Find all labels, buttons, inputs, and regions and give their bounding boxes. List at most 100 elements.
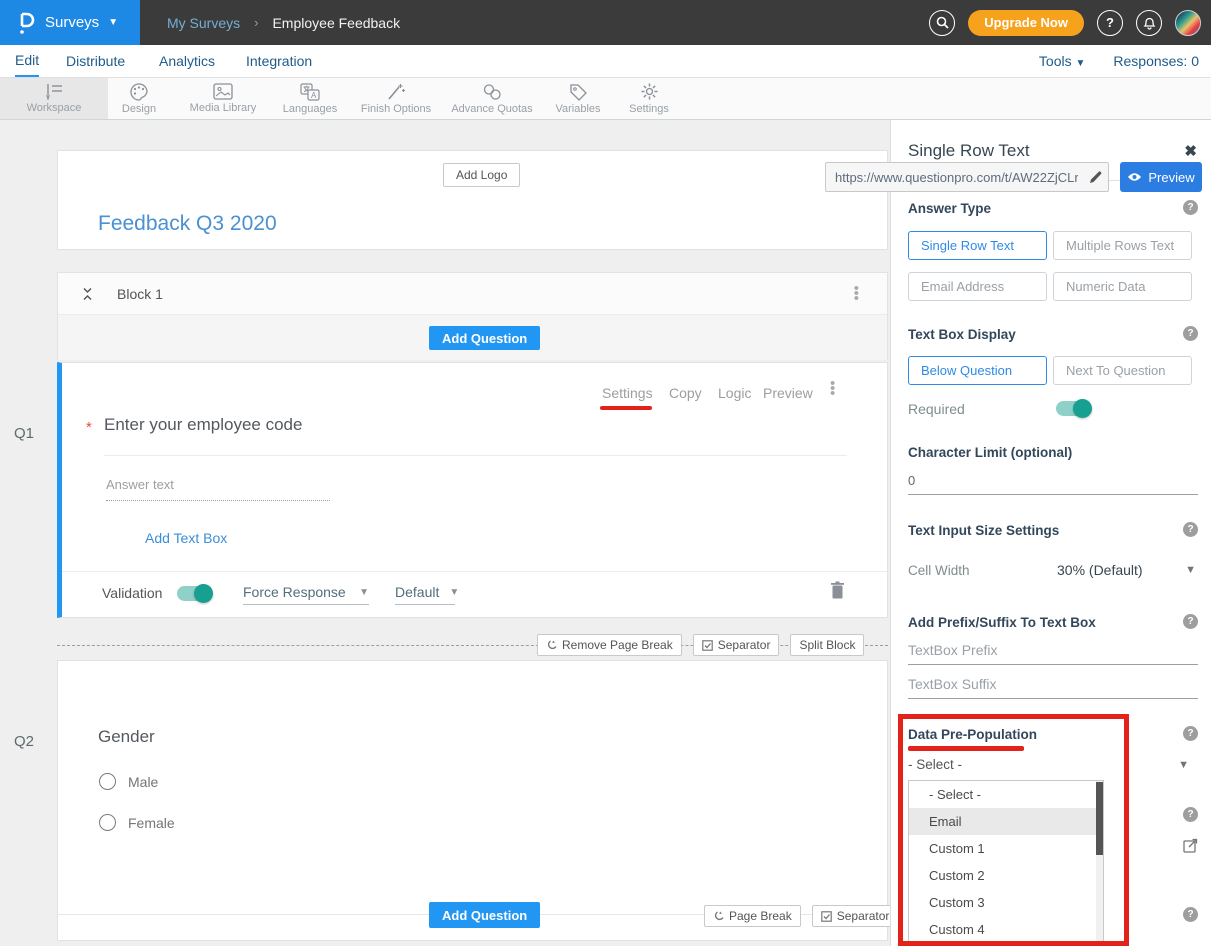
toolbar-item-media-library[interactable]: Media Library xyxy=(176,78,270,119)
dropdown-option-custom2[interactable]: Custom 2 xyxy=(909,862,1103,889)
edit-url-button[interactable] xyxy=(1082,163,1108,191)
textbox-prefix-input[interactable] xyxy=(908,642,1198,665)
avatar[interactable] xyxy=(1175,10,1201,36)
tools-menu[interactable]: Tools ▼ xyxy=(1039,53,1085,69)
survey-title[interactable]: Feedback Q3 2020 xyxy=(98,212,277,236)
display-below-question[interactable]: Below Question xyxy=(908,356,1047,385)
dropdown-option-custom3[interactable]: Custom 3 xyxy=(909,889,1103,916)
q1-footer-divider xyxy=(62,571,887,572)
hidden-section-help-icon[interactable]: ? xyxy=(1183,807,1198,822)
chevron-down-icon[interactable]: ▼ xyxy=(1185,564,1196,576)
notifications-button[interactable] xyxy=(1136,10,1162,36)
dropdown-scrollbar[interactable] xyxy=(1096,781,1103,943)
panel-title: Single Row Text xyxy=(908,141,1030,161)
prefix-suffix-help-icon[interactable]: ? xyxy=(1183,614,1198,629)
tab-analytics[interactable]: Analytics xyxy=(159,45,215,77)
display-next-to-question[interactable]: Next To Question xyxy=(1053,356,1192,385)
search-button[interactable] xyxy=(929,10,955,36)
separator-button[interactable]: Separator xyxy=(693,634,780,656)
data-pre-population-select[interactable]: - Select - ▼ xyxy=(908,757,1104,772)
close-icon[interactable]: ✖ xyxy=(1184,142,1197,160)
validation-toggle[interactable] xyxy=(177,586,211,601)
tab-distribute[interactable]: Distribute xyxy=(66,45,125,77)
answer-type-numeric[interactable]: Numeric Data xyxy=(1053,272,1192,301)
product-switcher[interactable]: Surveys ▼ xyxy=(0,0,140,45)
answer-type-help-icon[interactable]: ? xyxy=(1183,200,1198,215)
answer-text-input[interactable] xyxy=(106,477,330,501)
textbox-suffix-input[interactable] xyxy=(908,676,1198,699)
answer-type-email[interactable]: Email Address xyxy=(908,272,1047,301)
validation-default-select[interactable]: Default ▼ xyxy=(395,584,455,605)
block-menu-button[interactable]: ••• xyxy=(854,286,859,301)
q1-menu-button[interactable]: ••• xyxy=(830,381,835,396)
tab-integration[interactable]: Integration xyxy=(246,45,312,77)
page-break-icon xyxy=(713,911,724,922)
block-card: Block 1 ••• Add Question xyxy=(57,272,888,360)
char-limit-input[interactable] xyxy=(908,473,1198,495)
hidden-section2-help-icon[interactable]: ? xyxy=(1183,907,1198,922)
preview-button[interactable]: Preview xyxy=(1120,162,1202,192)
responses-count[interactable]: Responses: 0 xyxy=(1113,53,1199,69)
text-input-size-help-icon[interactable]: ? xyxy=(1183,522,1198,537)
add-logo-button[interactable]: Add Logo xyxy=(443,163,520,187)
toolbar-item-finish-options[interactable]: Finish Options xyxy=(350,78,442,119)
split-block-button[interactable]: Split Block xyxy=(790,634,864,656)
dropdown-option-email[interactable]: Email xyxy=(909,808,1103,835)
text-box-display-help-icon[interactable]: ? xyxy=(1183,326,1198,341)
upgrade-now-button[interactable]: Upgrade Now xyxy=(968,10,1084,36)
chevron-down-icon: ▼ xyxy=(1075,58,1085,69)
q1-tab-preview[interactable]: Preview xyxy=(763,385,813,401)
answer-type-single-row[interactable]: Single Row Text xyxy=(908,231,1047,260)
text-input-size-label: Text Input Size Settings xyxy=(908,523,1059,538)
add-question-button[interactable]: Add Question xyxy=(429,326,540,350)
q2-text[interactable]: Gender xyxy=(98,727,155,747)
tab-edit[interactable]: Edit xyxy=(15,45,39,77)
translate-icon: A xyxy=(300,83,320,101)
q1-tab-settings[interactable]: Settings xyxy=(602,385,653,401)
palette-icon xyxy=(129,83,149,101)
force-response-select[interactable]: Force Response ▼ xyxy=(243,584,369,605)
radio-male[interactable] xyxy=(99,773,116,790)
validation-label: Validation xyxy=(102,585,162,601)
dropdown-option-custom1[interactable]: Custom 1 xyxy=(909,835,1103,862)
required-toggle[interactable] xyxy=(1056,401,1090,416)
chevron-down-icon: ▼ xyxy=(449,587,459,598)
open-external-button[interactable] xyxy=(1183,838,1198,853)
scrollbar-thumb[interactable] xyxy=(1096,782,1103,855)
breadcrumb-my-surveys[interactable]: My Surveys xyxy=(167,15,240,31)
chevron-down-icon: ▼ xyxy=(108,17,118,28)
add-text-box-link[interactable]: Add Text Box xyxy=(145,530,227,546)
separator-button-q2[interactable]: Separator xyxy=(812,905,899,927)
survey-url-field xyxy=(825,162,1109,192)
red-underline-annotation xyxy=(908,746,1024,751)
add-question-button-q2[interactable]: Add Question xyxy=(429,902,540,928)
delete-question-button[interactable] xyxy=(830,581,845,599)
collapse-block-button[interactable] xyxy=(82,287,93,301)
toolbar-item-workspace[interactable]: Workspace xyxy=(0,78,108,119)
answer-type-multiple-rows[interactable]: Multiple Rows Text xyxy=(1053,231,1192,260)
toolbar-item-advance-quotas[interactable]: Advance Quotas xyxy=(442,78,542,119)
toolbar-item-design[interactable]: Design xyxy=(108,78,170,119)
toolbar-item-languages[interactable]: A Languages xyxy=(272,78,348,119)
q1-tab-logic[interactable]: Logic xyxy=(718,385,751,401)
help-button[interactable]: ? xyxy=(1097,10,1123,36)
question-number-q2: Q2 xyxy=(14,733,34,750)
product-name: Surveys xyxy=(45,14,99,31)
q1-tab-copy[interactable]: Copy xyxy=(669,385,702,401)
page-break-icon xyxy=(546,640,557,651)
page-break-button[interactable]: Page Break xyxy=(704,905,801,927)
dropdown-option-custom4[interactable]: Custom 4 xyxy=(909,916,1103,943)
cell-width-select[interactable]: 30% (Default) xyxy=(1057,562,1143,578)
radio-female[interactable] xyxy=(99,814,116,831)
data-pre-population-label: Data Pre-Population xyxy=(908,727,1037,742)
toolbar-item-settings[interactable]: Settings xyxy=(614,78,684,119)
collapse-icon xyxy=(82,287,93,301)
remove-page-break-button[interactable]: Remove Page Break xyxy=(537,634,682,656)
toolbar-item-variables[interactable]: Variables xyxy=(542,78,614,119)
trash-icon xyxy=(830,581,845,599)
dropdown-option-select[interactable]: - Select - xyxy=(909,781,1103,808)
q1-text[interactable]: Enter your employee code xyxy=(104,415,302,435)
block-name[interactable]: Block 1 xyxy=(117,286,163,302)
survey-url-input[interactable] xyxy=(826,170,1082,185)
data-pre-population-help-icon[interactable]: ? xyxy=(1183,726,1198,741)
